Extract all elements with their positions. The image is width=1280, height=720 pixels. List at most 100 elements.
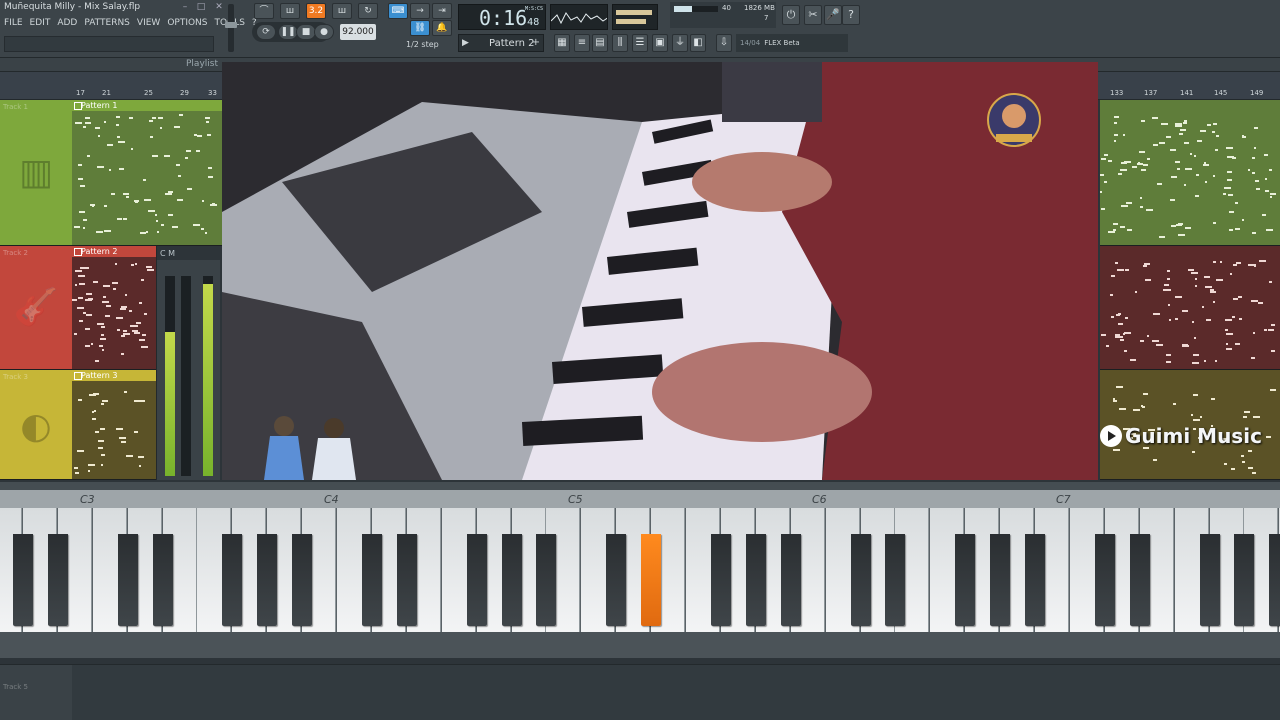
black-key[interactable] (606, 534, 627, 626)
black-key[interactable] (12, 534, 33, 626)
stop-icon[interactable]: ■ (296, 24, 316, 40)
track-lane-3[interactable]: Pattern 3 (72, 370, 156, 480)
note-mark (1215, 149, 1218, 151)
note-mark (1196, 174, 1199, 176)
note-mark (1227, 156, 1234, 158)
menu-options[interactable]: OPTIONS (167, 18, 207, 32)
note-mark (119, 168, 124, 170)
microphone-icon[interactable]: 🎤 (824, 5, 842, 25)
menu-add[interactable]: ADD (57, 18, 77, 32)
minimize-icon[interactable]: – (178, 2, 192, 14)
menu-edit[interactable]: EDIT (30, 18, 51, 32)
pattern-clip[interactable]: Pattern 3 (72, 370, 156, 381)
link-icon[interactable]: ⛓ (410, 20, 430, 36)
pattern-song-icon[interactable]: ⟳ (256, 24, 276, 40)
pattern-clip[interactable]: Pattern 1 (72, 100, 222, 111)
menu-patterns[interactable]: PATTERNS (84, 18, 130, 32)
snap-icon[interactable]: ⇥ (432, 3, 452, 19)
black-key[interactable] (1129, 534, 1150, 626)
black-key[interactable] (47, 534, 68, 626)
note-mark (1115, 334, 1120, 336)
black-key[interactable] (1199, 534, 1220, 626)
track-lane-2-right[interactable] (1100, 246, 1280, 370)
black-key[interactable] (117, 534, 138, 626)
black-key[interactable] (955, 534, 976, 626)
pause-icon[interactable]: ❚❚ (278, 24, 298, 40)
playlist-icon[interactable]: ▦ (554, 34, 570, 52)
black-key[interactable] (1234, 534, 1255, 626)
track-lane-1[interactable]: Pattern 1 (72, 100, 222, 246)
step-edit-icon[interactable]: ш (332, 3, 352, 19)
note-mark (78, 297, 83, 299)
note-mark (1205, 181, 1207, 183)
news-panel[interactable]: 14/04 FLEX Beta (736, 34, 848, 52)
plug-icon[interactable]: ⏚ (672, 34, 688, 52)
record-icon[interactable]: ● (314, 24, 334, 40)
black-key[interactable] (361, 534, 382, 626)
power-icon[interactable]: ⏻ (782, 5, 800, 25)
note-mark (85, 117, 90, 119)
track-header-2[interactable]: Track 2 🎸 (0, 246, 72, 370)
black-key[interactable] (1025, 534, 1045, 626)
cut-tool-icon[interactable]: ✂ (804, 5, 822, 25)
maximize-icon[interactable]: □ (194, 2, 208, 14)
track-lane-5[interactable] (72, 664, 1280, 720)
black-key[interactable] (780, 534, 801, 626)
black-key[interactable] (745, 534, 766, 626)
black-key[interactable] (396, 534, 417, 626)
black-key[interactable] (466, 534, 487, 626)
note-mark (93, 393, 99, 395)
browser-icon[interactable]: ☰ (632, 34, 648, 52)
master-volume-slider[interactable] (225, 4, 237, 52)
black-key[interactable] (1269, 534, 1280, 626)
pan-slider[interactable] (181, 276, 191, 476)
track-header-5[interactable]: Track 5 (0, 664, 72, 720)
black-key[interactable] (710, 534, 731, 626)
menu-file[interactable]: FILE (4, 18, 23, 32)
metronome-icon[interactable]: ⌒ (254, 3, 274, 19)
step-arrow-icon[interactable]: → (410, 3, 430, 19)
metronome-bell-icon[interactable]: 🔔 (432, 20, 452, 36)
plugin-icon[interactable]: ▣ (652, 34, 668, 52)
note-mark (85, 122, 91, 124)
track-lane-1-right[interactable] (1100, 100, 1280, 246)
black-key[interactable] (257, 534, 278, 626)
download-icon[interactable]: ⇩ (716, 34, 732, 52)
close-icon[interactable]: ✕ (212, 2, 226, 14)
black-key[interactable] (152, 534, 173, 626)
note-mark (85, 345, 90, 347)
help-icon[interactable]: ? (842, 5, 860, 25)
channel-rack-icon[interactable]: ≡ (574, 34, 590, 52)
black-key[interactable] (1094, 534, 1115, 626)
ruler-tick: 133 (1110, 89, 1124, 97)
piano-roll-icon[interactable]: ▤ (592, 34, 608, 52)
track-lane-2[interactable]: Pattern 2 (72, 246, 156, 370)
black-key[interactable] (501, 534, 522, 626)
black-key[interactable] (885, 534, 906, 626)
mixer-icon[interactable]: ⫼ (612, 34, 628, 52)
black-key[interactable] (536, 534, 557, 626)
pressed-black-key[interactable] (641, 534, 662, 626)
black-key[interactable] (222, 534, 243, 626)
project-info-icon[interactable]: ◧ (690, 34, 706, 52)
pattern-selector[interactable]: ▶ Pattern 2 + (458, 34, 544, 52)
track-header-3[interactable]: Track 3 ◐ (0, 370, 72, 480)
black-key[interactable] (292, 534, 313, 626)
note-mark (1185, 227, 1191, 229)
typing-keyboard-icon[interactable]: ⌨ (388, 3, 408, 19)
pattern-clip[interactable]: Pattern 2 (72, 246, 156, 257)
time-signature-button[interactable]: 3.2 (306, 3, 326, 19)
wait-icon[interactable]: ш (280, 3, 300, 19)
loop-record-icon[interactable]: ↻ (358, 3, 378, 19)
note-mark (155, 214, 157, 216)
menu-view[interactable]: VIEW (137, 18, 160, 32)
black-key[interactable] (850, 534, 871, 626)
note-mark (1167, 270, 1170, 272)
note-mark (144, 313, 147, 315)
black-key[interactable] (990, 534, 1011, 626)
song-position-clock[interactable]: 0:1648 M:S:CS (458, 4, 546, 30)
tempo-display[interactable]: 92.000 (340, 24, 376, 40)
snap-step-label[interactable]: 1/2 step (406, 40, 439, 49)
track-header-1[interactable]: Track 1 ▥ (0, 100, 72, 246)
add-pattern-icon[interactable]: + (532, 37, 540, 48)
